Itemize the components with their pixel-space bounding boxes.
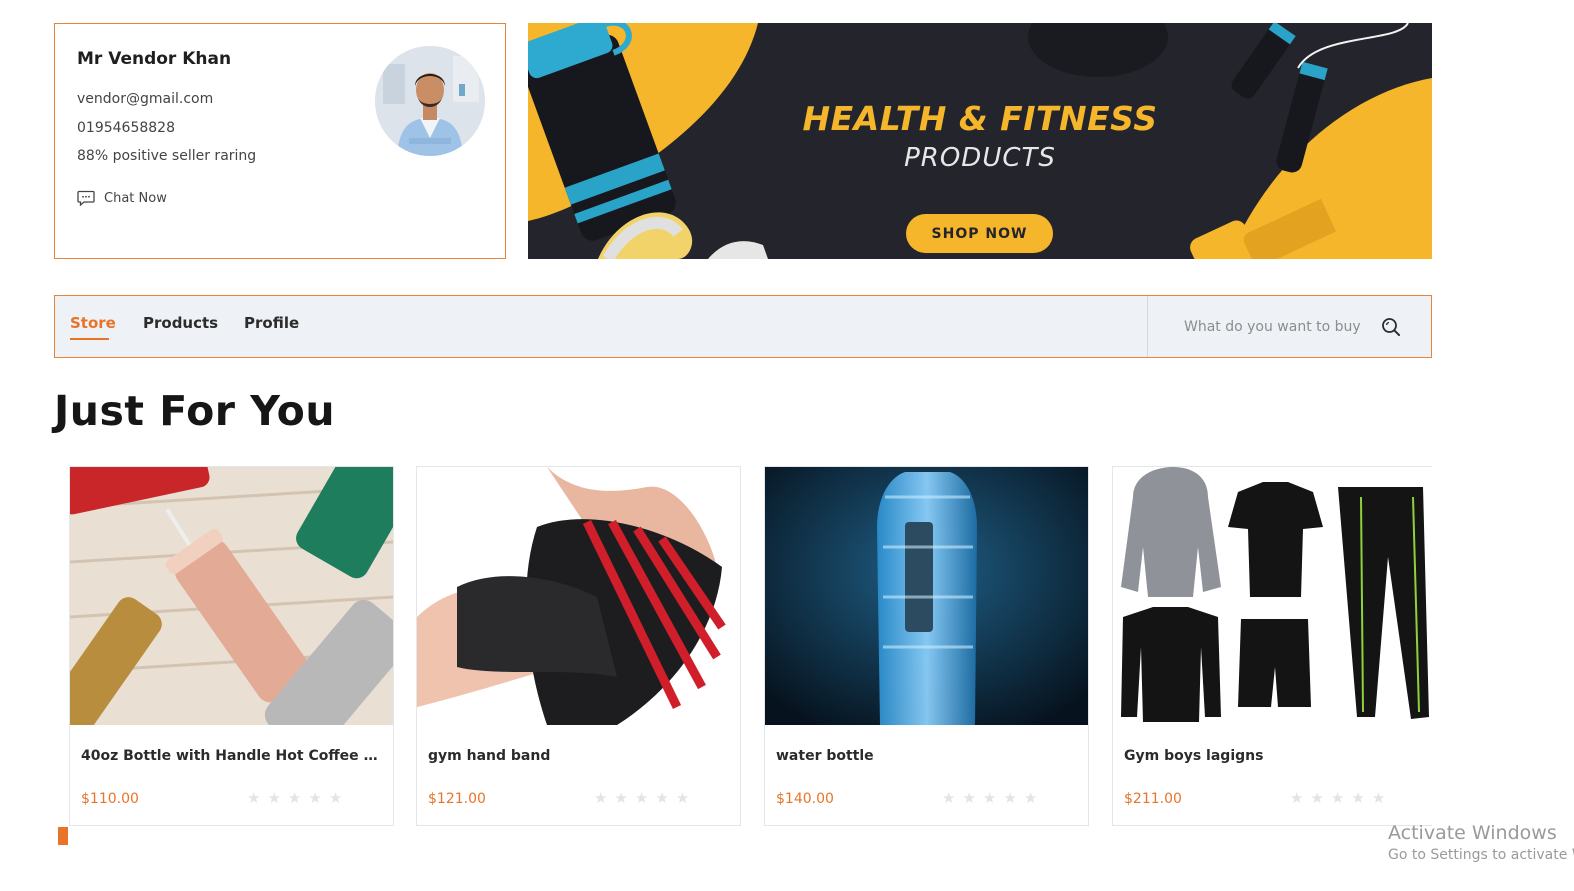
star-icon: ★ [308,789,322,807]
rating-stars: ★ ★ ★ ★ ★ [1290,791,1385,806]
watermark-subtitle: Go to Settings to activate W [1388,847,1574,863]
star-icon: ★ [675,789,690,807]
product-title[interactable]: water bottle [776,748,1076,764]
store-navbar: Store Products Profile [54,295,1432,358]
star-icon: ★ [1290,789,1304,807]
search-box [1147,296,1432,357]
star-icon: ★ [614,789,628,807]
product-card[interactable]: Gym boys lagigns $211.00 ★ ★ ★ ★ ★ [1112,466,1432,826]
section-title: Just For You [54,387,336,435]
chat-icon [77,190,95,206]
star-icon: ★ [1330,789,1345,807]
rating-stars: ★ ★ ★ ★ ★ [594,791,689,806]
carousel-pagination-dot[interactable] [58,827,68,845]
product-title[interactable]: 40oz Bottle with Handle Hot Coffee Mug..… [81,748,381,764]
star-icon: ★ [655,789,669,807]
sportswear-image [1113,467,1432,725]
vendor-avatar [375,46,485,156]
rating-stars: ★ ★ ★ ★ ★ [942,791,1037,806]
star-icon: ★ [328,789,343,807]
product-title[interactable]: gym hand band [428,748,728,764]
star-icon: ★ [634,789,649,807]
product-title[interactable]: Gym boys lagigns [1124,748,1424,764]
rating-stars: ★ ★ ★ ★ ★ [247,791,342,806]
star-icon: ★ [1023,789,1038,807]
star-icon: ★ [1371,789,1386,807]
star-icon: ★ [1003,789,1017,807]
product-price: $110.00 [81,791,139,807]
star-icon: ★ [267,789,281,807]
product-card[interactable]: water bottle $140.00 ★ ★ ★ ★ ★ [764,466,1089,826]
wrist-wrap-image [417,467,740,725]
tumblers-image [70,467,393,725]
product-carousel: 40oz Bottle with Handle Hot Coffee Mug..… [69,466,1432,826]
vendor-card: Mr Vendor Khan vendor@gmail.com 01954658… [54,23,506,259]
tab-profile[interactable]: Profile [244,314,299,332]
product-price: $211.00 [1124,791,1182,807]
active-tab-indicator [70,338,109,340]
banner-title: HEALTH & FITNESS [802,99,1158,138]
vendor-phone: 01954658828 [77,120,175,136]
product-price: $121.00 [428,791,486,807]
tab-store[interactable]: Store [70,314,116,332]
product-price: $140.00 [776,791,834,807]
water-bottle-image [765,467,1088,725]
star-icon: ★ [962,789,976,807]
vendor-rating: 88% positive seller raring [77,148,257,164]
chat-now-label: Chat Now [104,190,167,206]
tab-products[interactable]: Products [143,314,218,332]
product-card[interactable]: 40oz Bottle with Handle Hot Coffee Mug..… [69,466,394,826]
banner-subtitle: PRODUCTS [904,143,1056,173]
chat-now-button[interactable]: Chat Now [77,190,167,206]
star-icon: ★ [942,789,956,807]
vendor-name: Mr Vendor Khan [77,49,232,69]
vendor-email: vendor@gmail.com [77,91,214,107]
star-icon: ★ [1310,789,1324,807]
search-input[interactable] [1184,316,1362,338]
activate-windows-watermark: Activate Windows Go to Settings to activ… [1388,822,1574,863]
star-icon: ★ [594,789,608,807]
promo-banner: HEALTH & FITNESS PRODUCTS SHOP NOW [528,23,1432,259]
product-card[interactable]: gym hand band $121.00 ★ ★ ★ ★ ★ [416,466,741,826]
shop-now-button[interactable]: SHOP NOW [906,214,1053,253]
star-icon: ★ [247,789,261,807]
star-icon: ★ [982,789,997,807]
star-icon: ★ [1351,789,1365,807]
watermark-title: Activate Windows [1388,822,1557,844]
search-icon[interactable] [1380,316,1402,338]
star-icon: ★ [287,789,302,807]
